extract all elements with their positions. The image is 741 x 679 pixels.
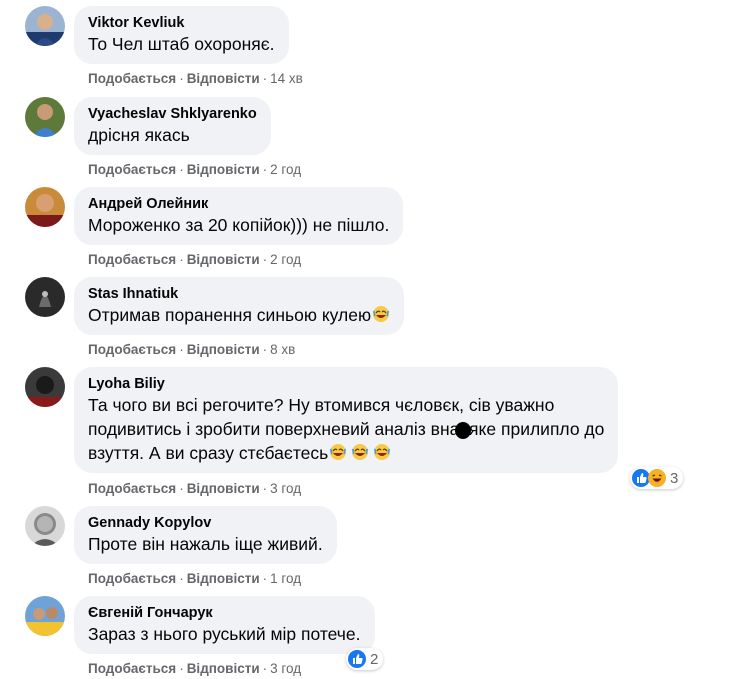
comment-timestamp[interactable]: 8 хв xyxy=(270,342,295,357)
rofl-emoji-icon xyxy=(329,443,347,461)
like-button[interactable]: Подобається xyxy=(88,342,176,357)
reply-button[interactable]: Відповісти xyxy=(187,342,260,357)
comment-author[interactable]: Gennady Kopylov xyxy=(88,514,323,532)
comment-actions: Подобається · Відповісти · 2 год xyxy=(88,161,301,179)
comment-author[interactable]: Viktor Kevliuk xyxy=(88,14,275,32)
comment-timestamp[interactable]: 2 год xyxy=(270,162,301,177)
comment-text-content: Отримав поранення синьою кулею xyxy=(88,305,372,325)
comment-text: То Чел штаб охороняє. xyxy=(88,34,275,54)
redaction-blot xyxy=(455,422,471,439)
laugh-reaction-icon xyxy=(648,469,666,487)
separator-dot: · xyxy=(262,661,268,676)
like-button[interactable]: Подобається xyxy=(88,481,176,496)
like-button[interactable]: Подобається xyxy=(88,71,176,86)
comment-timestamp[interactable]: 3 год xyxy=(270,661,301,676)
avatar[interactable] xyxy=(25,187,65,227)
reply-button[interactable]: Відповісти xyxy=(187,661,260,676)
separator-dot: · xyxy=(262,252,268,267)
comment-bubble: Gennady Kopylov Проте він нажаль іще жив… xyxy=(74,506,337,564)
comment-timestamp[interactable]: 2 год xyxy=(270,252,301,267)
reply-button[interactable]: Відповісти xyxy=(187,571,260,586)
comment-actions: Подобається · Відповісти · 14 хв xyxy=(88,70,303,88)
avatar[interactable] xyxy=(25,97,65,137)
rofl-emoji-icon xyxy=(373,443,391,461)
avatar[interactable] xyxy=(25,596,65,636)
reaction-summary[interactable]: 2 xyxy=(346,648,384,670)
reply-button[interactable]: Відповісти xyxy=(187,71,260,86)
reply-button[interactable]: Відповісти xyxy=(187,481,260,496)
reply-button[interactable]: Відповісти xyxy=(187,252,260,267)
reaction-count: 2 xyxy=(370,650,379,668)
avatar[interactable] xyxy=(25,277,65,317)
comment-bubble: Viktor Kevliuk То Чел штаб охороняє. xyxy=(74,6,289,64)
reaction-summary[interactable]: 3 xyxy=(630,467,684,489)
comment-actions: Подобається · Відповісти · 1 год xyxy=(88,570,301,588)
comment-text: Мороженко за 20 копійок))) не пішло. xyxy=(88,215,390,235)
comment-actions: Подобається · Відповісти · 2 год xyxy=(88,251,301,269)
comment-text: Отримав поранення синьою кулею xyxy=(88,303,390,327)
separator-dot: · xyxy=(179,162,184,177)
comment-author[interactable]: Vyacheslav Shklyarenko xyxy=(88,105,257,123)
comment-timestamp[interactable]: 3 год xyxy=(270,481,301,496)
separator-dot: · xyxy=(262,71,268,86)
comment-text-content: взуття. А ви сразу стєбаєтесь xyxy=(88,443,329,463)
comment-actions: Подобається · Відповісти · 8 хв xyxy=(88,341,295,359)
separator-dot: · xyxy=(179,481,184,496)
like-button[interactable]: Подобається xyxy=(88,571,176,586)
separator-dot: · xyxy=(179,252,184,267)
like-reaction-icon xyxy=(348,650,366,668)
comment-author[interactable]: Євгеній Гончарук xyxy=(88,604,361,622)
comment-timestamp[interactable]: 1 год xyxy=(270,571,301,586)
comment-actions: Подобається · Відповісти · 3 год xyxy=(88,480,301,498)
separator-dot: · xyxy=(262,481,268,496)
like-button[interactable]: Подобається xyxy=(88,661,176,676)
comment-bubble: Lyoha Biliy Та чого ви всі регочите? Ну … xyxy=(74,367,619,473)
comment-bubble: Vyacheslav Shklyarenko дрісня якась xyxy=(74,97,271,155)
rofl-emoji-icon xyxy=(351,443,369,461)
comment-author[interactable]: Lyoha Biliy xyxy=(88,375,604,393)
separator-dot: · xyxy=(179,71,184,86)
separator-dot: · xyxy=(179,571,184,586)
comment-actions: Подобається · Відповісти · 3 год xyxy=(88,660,301,678)
avatar[interactable] xyxy=(25,6,65,46)
comment-author[interactable]: Stas Ihnatiuk xyxy=(88,285,390,303)
comment-text-line: подивитись і зробити поверхневий аналіз … xyxy=(88,419,605,439)
separator-dot: · xyxy=(179,342,184,357)
comment-text-line: Та чого ви всі регочите? Ну втомився чєл… xyxy=(88,395,555,415)
separator-dot: · xyxy=(262,571,268,586)
comment-text: дрісня якась xyxy=(88,125,190,145)
comment-author[interactable]: Андрей Олейник xyxy=(88,195,389,213)
comment-bubble: Євгеній Гончарук Зараз з нього руський м… xyxy=(74,596,375,654)
comment-text: Проте він нажаль іще живий. xyxy=(88,534,323,554)
comment-bubble: Андрей Олейник Мороженко за 20 копійок))… xyxy=(74,187,404,245)
reaction-count: 3 xyxy=(670,469,679,487)
reply-button[interactable]: Відповісти xyxy=(187,162,260,177)
separator-dot: · xyxy=(179,661,184,676)
separator-dot: · xyxy=(262,342,268,357)
separator-dot: · xyxy=(262,162,268,177)
comment-timestamp[interactable]: 14 хв xyxy=(270,71,303,86)
comment-bubble: Stas Ihnatiuk Отримав поранення синьою к… xyxy=(74,277,405,335)
comment-text-line: взуття. А ви сразу стєбаєтесь xyxy=(88,441,604,465)
rofl-emoji-icon xyxy=(372,305,390,323)
avatar[interactable] xyxy=(25,367,65,407)
avatar[interactable] xyxy=(25,506,65,546)
like-button[interactable]: Подобається xyxy=(88,252,176,267)
like-button[interactable]: Подобається xyxy=(88,162,176,177)
comment-text: Зараз з нього руський мір потече. xyxy=(88,624,361,644)
